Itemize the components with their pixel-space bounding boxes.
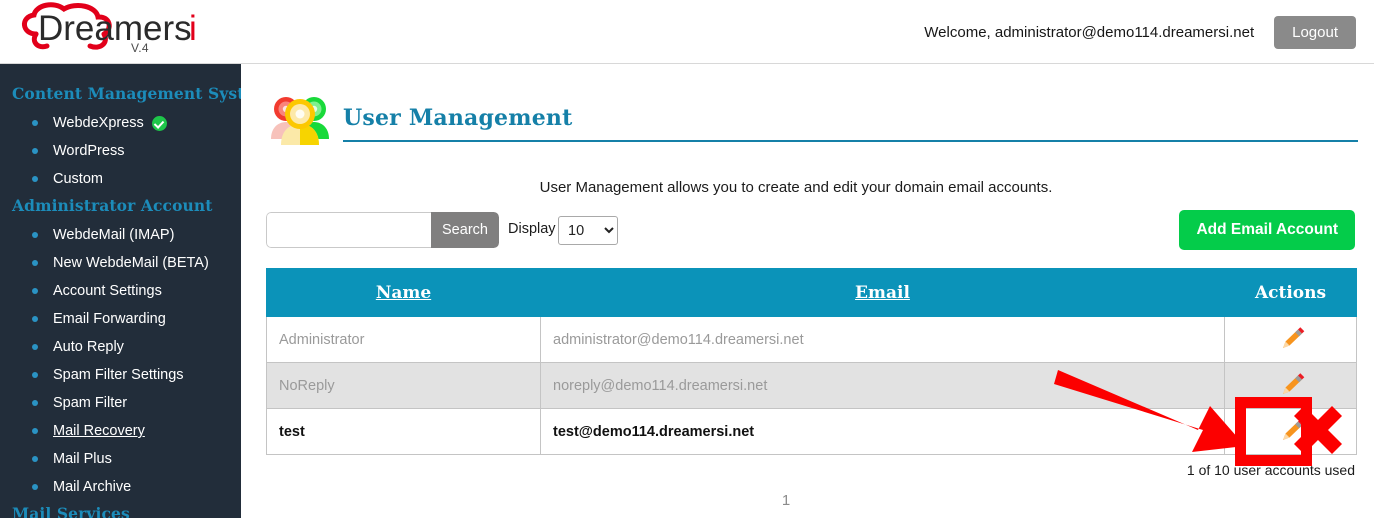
table-row: Administrator administrator@demo114.drea… (266, 316, 1357, 363)
bullet-icon (32, 176, 38, 182)
sidebar-heading-administrator-account: Administrator Account (12, 196, 213, 215)
check-icon (151, 115, 167, 131)
cell-email: test@demo114.dreamersi.net (540, 408, 1225, 455)
column-header-name: Name (266, 268, 541, 317)
table-row: test test@demo114.dreamersi.net (266, 408, 1357, 455)
table-row: NoReply noreply@demo114.dreamersi.net (266, 362, 1357, 409)
cell-actions (1224, 316, 1357, 363)
bullet-icon (32, 484, 38, 490)
bullet-icon (32, 232, 38, 238)
cell-email: noreply@demo114.dreamersi.net (540, 362, 1225, 409)
sidebar-item-mail-archive[interactable]: Mail Archive (0, 473, 241, 501)
cell-actions (1224, 362, 1357, 409)
sidebar-heading-cms: Content Management System (12, 84, 241, 103)
table-header-row: Name Email Actions (266, 268, 1357, 317)
bullet-icon (32, 456, 38, 462)
bullet-icon (32, 120, 38, 126)
bullet-icon (32, 400, 38, 406)
page-title: User Management (343, 105, 573, 131)
title-divider (343, 140, 1358, 142)
sidebar-item-label: WordPress (53, 143, 125, 159)
sidebar-item-label: Account Settings (53, 283, 162, 299)
pagination[interactable]: 1 (241, 492, 1331, 509)
page-header: User Management (265, 87, 1358, 149)
sidebar-item-label: Custom (53, 171, 103, 187)
display-count-select[interactable]: 10 (558, 216, 618, 245)
sidebar-item-label: Mail Recovery (53, 423, 145, 439)
sidebar-item-mail-plus[interactable]: Mail Plus (0, 445, 241, 473)
sidebar-heading-mail-services: Mail Services (12, 504, 130, 518)
search-group: Search (266, 212, 499, 248)
search-button[interactable]: Search (431, 212, 499, 248)
add-email-account-button[interactable]: Add Email Account (1179, 210, 1355, 250)
bullet-icon (32, 316, 38, 322)
sidebar-item-label: Spam Filter (53, 395, 128, 411)
page-root: Dreamers i V.4 Welcome, administrator@de… (0, 0, 1374, 518)
bullet-icon (32, 372, 38, 378)
sidebar-item-new-webdemail-beta[interactable]: New WebdeMail (BETA) (0, 249, 241, 277)
sidebar-item-auto-reply[interactable]: Auto Reply (0, 333, 241, 361)
cell-name: Administrator (266, 316, 541, 363)
edit-pencil-icon[interactable] (1276, 417, 1306, 447)
svg-text:Dreamers: Dreamers (38, 9, 192, 48)
sort-link-email[interactable]: Email (855, 283, 910, 303)
bullet-icon (32, 428, 38, 434)
sidebar-item-label: Spam Filter Settings (53, 367, 184, 383)
cell-name: test (266, 408, 541, 455)
sidebar-section-cms: Content Management System WebdeXpress Wo… (0, 81, 241, 193)
accounts-used-label: 1 of 10 user accounts used (1186, 462, 1355, 478)
sidebar: Content Management System WebdeXpress Wo… (0, 64, 241, 518)
svg-text:i: i (189, 9, 197, 48)
sidebar-item-label: Email Forwarding (53, 311, 166, 327)
logo-version-label: V.4 (131, 40, 149, 55)
sidebar-section-administrator-account: Administrator Account WebdeMail (IMAP) N… (0, 193, 241, 501)
sidebar-item-custom[interactable]: Custom (0, 165, 241, 193)
brand-logo[interactable]: Dreamers i V.4 (0, 0, 240, 64)
bullet-icon (32, 148, 38, 154)
users-group-icon (271, 97, 329, 145)
cell-name: NoReply (266, 362, 541, 409)
column-header-actions: Actions (1224, 268, 1357, 317)
bullet-icon (32, 260, 38, 266)
edit-pencil-icon[interactable] (1276, 325, 1306, 355)
top-bar: Dreamers i V.4 Welcome, administrator@de… (0, 0, 1374, 64)
sidebar-item-account-settings[interactable]: Account Settings (0, 277, 241, 305)
sidebar-item-label: Mail Archive (53, 479, 132, 495)
bullet-icon (32, 344, 38, 350)
pagination-page-1[interactable]: 1 (782, 492, 790, 509)
sidebar-item-label: Auto Reply (53, 339, 124, 355)
logout-button[interactable]: Logout (1274, 15, 1356, 49)
sidebar-item-wordpress[interactable]: WordPress (0, 137, 241, 165)
sidebar-item-spam-filter[interactable]: Spam Filter (0, 389, 241, 417)
edit-pencil-icon[interactable] (1276, 371, 1306, 401)
column-header-email: Email (540, 268, 1225, 317)
sort-link-name[interactable]: Name (376, 283, 431, 303)
search-input[interactable] (266, 212, 431, 248)
sidebar-item-label: WebdeMail (IMAP) (53, 227, 175, 243)
sidebar-item-label: Mail Plus (53, 451, 112, 467)
bullet-icon (32, 288, 38, 294)
sidebar-item-webdexpress[interactable]: WebdeXpress (0, 109, 241, 137)
sidebar-item-email-forwarding[interactable]: Email Forwarding (0, 305, 241, 333)
cell-actions (1224, 408, 1357, 455)
dreamersi-logo-icon: Dreamers i (22, 1, 197, 50)
display-label: Display (508, 221, 556, 237)
page-description: User Management allows you to create and… (539, 179, 1053, 196)
sidebar-item-webdemail-imap[interactable]: WebdeMail (IMAP) (0, 221, 241, 249)
sidebar-item-label: New WebdeMail (BETA) (53, 255, 209, 271)
cell-email: administrator@demo114.dreamersi.net (540, 316, 1225, 363)
main-content: User Management User Management allows y… (241, 64, 1374, 518)
welcome-text: Welcome, administrator@demo114.dreamersi… (924, 23, 1255, 41)
user-accounts-table: Name Email Actions Administrator adminis… (266, 268, 1357, 455)
top-bar-right: Welcome, administrator@demo114.dreamersi… (924, 0, 1356, 64)
sidebar-item-spam-filter-settings[interactable]: Spam Filter Settings (0, 361, 241, 389)
sidebar-item-mail-recovery[interactable]: Mail Recovery (0, 417, 241, 445)
sidebar-item-label: WebdeXpress (53, 115, 144, 131)
